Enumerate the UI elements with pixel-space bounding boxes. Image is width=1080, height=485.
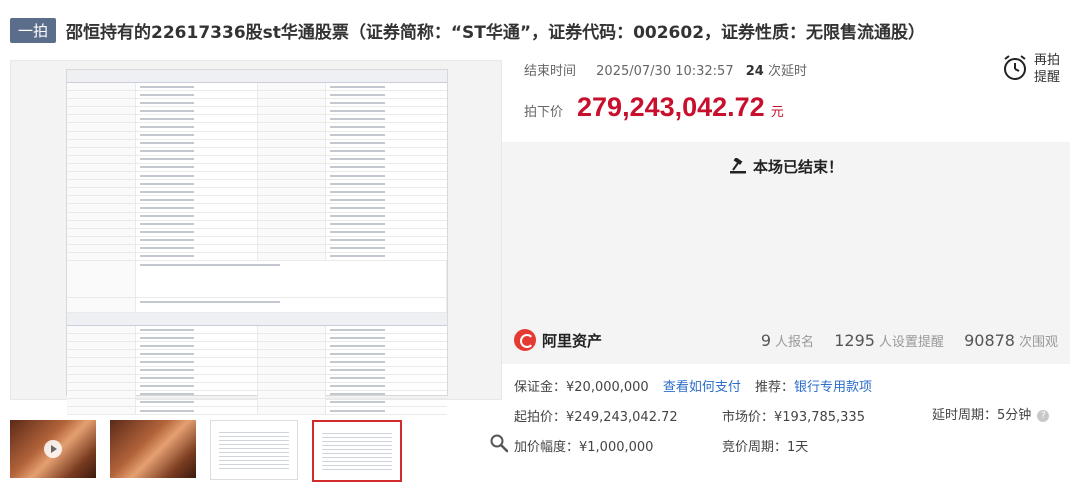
- views-count: 90878: [964, 331, 1015, 350]
- alibaba-logo-icon: [514, 329, 536, 351]
- deposit: 保证金：¥20,000,000: [514, 380, 649, 395]
- platform-name: 阿里资产: [542, 331, 603, 350]
- how-to-pay-link[interactable]: 查看如何支付: [663, 380, 741, 395]
- increment: 加价幅度：¥1,000,000: [514, 440, 654, 455]
- signups-count: 9: [760, 331, 772, 350]
- ended-message: 本场已结束！: [502, 156, 1070, 177]
- gavel-icon: [729, 158, 746, 174]
- delay-label: 次延时: [767, 64, 807, 79]
- thumbnail-image[interactable]: [110, 420, 196, 478]
- delay-count: 24: [745, 64, 764, 79]
- thumbnail-strip: [10, 420, 410, 482]
- views-label: 次围观: [1018, 335, 1058, 350]
- page-title: 邵恒持有的22617336股st华通股票（证券简称：“ST华通”，证券代码：00…: [66, 22, 926, 43]
- signups-label: 人报名: [775, 335, 815, 350]
- bid-period: 竞价周期：1天: [722, 440, 809, 455]
- zoom-icon[interactable]: [489, 433, 509, 453]
- doc-section-header: [67, 70, 447, 83]
- stats: 9 人报名 1295 人设置提醒 90878 次围观: [745, 331, 1058, 350]
- start-price: 起拍价：¥249,243,042.72: [514, 410, 678, 425]
- thumbnail-image[interactable]: [210, 420, 298, 480]
- help-icon[interactable]: ?: [1037, 410, 1050, 422]
- end-time-value: 2025/07/30 10:32:57: [596, 64, 734, 79]
- image-preview[interactable]: [10, 60, 509, 453]
- delay-period: 延时周期：5分钟: [932, 408, 1032, 423]
- price-unit: 元: [770, 105, 784, 120]
- end-time-row: 结束时间 2025/07/30 10:32:57 24 次延时: [524, 60, 807, 79]
- thumbnail-image-selected[interactable]: [312, 420, 402, 482]
- deposit-row: 保证金：¥20,000,000 查看如何支付 推荐：银行专用款项: [514, 376, 872, 395]
- remind-button[interactable]: 再拍提醒: [1002, 52, 1072, 92]
- alarm-clock-icon: [1004, 55, 1026, 80]
- recommend-label: 推荐：: [755, 380, 795, 395]
- ended-text: 本场已结束！: [752, 158, 843, 176]
- market-price: 市场价：¥193,785,335: [722, 410, 865, 425]
- play-icon: [44, 440, 62, 458]
- doc-section-header: [67, 313, 447, 327]
- thumbnail-video[interactable]: [10, 420, 96, 478]
- document-image: [66, 69, 448, 416]
- remind-label: 再拍提醒: [1034, 53, 1061, 85]
- delay-period-row: 延时周期：5分钟?: [932, 404, 1050, 423]
- auction-type-badge: 一拍: [10, 17, 57, 43]
- recommend-link[interactable]: 银行专用款项: [794, 380, 872, 395]
- final-price-label: 拍下价: [524, 105, 564, 120]
- reminders-count: 1295: [834, 331, 875, 350]
- title-bar: 一拍 邵恒持有的22617336股st华通股票（证券简称：“ST华通”，证券代码…: [10, 14, 1070, 46]
- end-time-label: 结束时间: [524, 64, 577, 79]
- reminders-label: 人设置提醒: [878, 335, 944, 350]
- stats-row: 阿里资产 9 人报名 1295 人设置提醒 90878 次围观: [502, 323, 1070, 357]
- final-price-row: 拍下价 279,243,042.72 元: [524, 92, 784, 132]
- platform-logo: 阿里资产: [514, 329, 602, 351]
- final-price: 279,243,042.72: [577, 92, 765, 122]
